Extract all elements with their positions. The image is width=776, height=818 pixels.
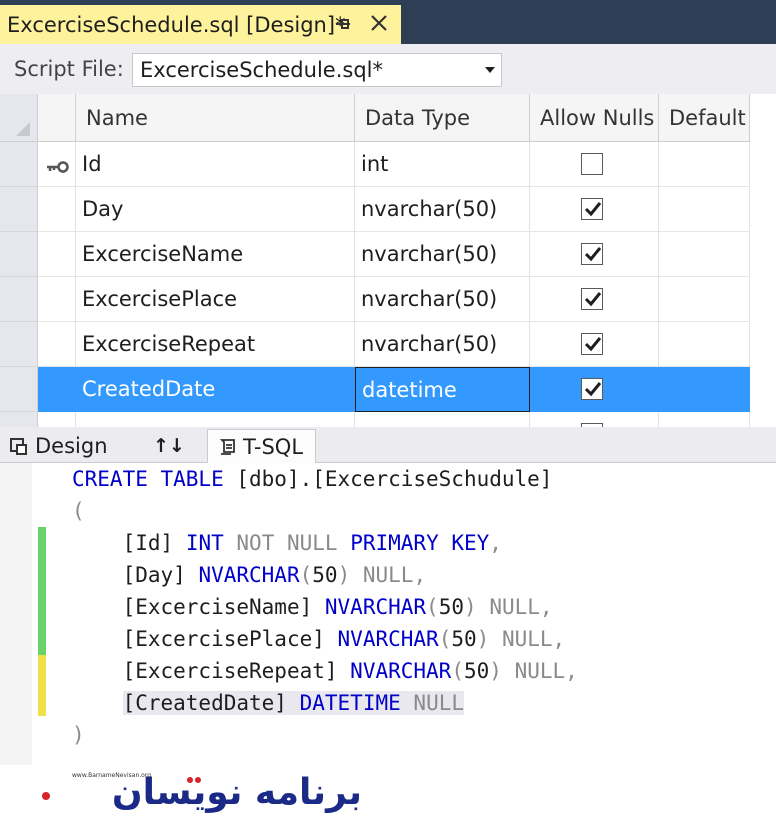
table-row[interactable]: Day nvarchar(50) bbox=[0, 187, 776, 232]
cell-name[interactable]: ExcercisePlace bbox=[76, 277, 355, 322]
table-row[interactable]: ExcerciseRepeat nvarchar(50) bbox=[0, 322, 776, 367]
cell-name[interactable]: Day bbox=[76, 187, 355, 232]
row-key-cell bbox=[38, 187, 76, 232]
close-icon[interactable] bbox=[369, 13, 389, 33]
chevron-down-icon[interactable] bbox=[485, 67, 495, 73]
script-file-dropdown[interactable]: ExcerciseSchedule.sql* bbox=[132, 53, 502, 87]
document-tab-strip: ExcerciseSchedule.sql [Design]* bbox=[0, 0, 776, 44]
column-design-grid: Name Data Type Allow Nulls Default Id int… bbox=[0, 94, 776, 427]
tab-tsql[interactable]: T-SQL bbox=[207, 429, 316, 463]
pane-tab-bar: Design ↑↓ T-SQL bbox=[0, 427, 776, 463]
cell-allow-nulls bbox=[530, 277, 659, 322]
cell-allow-nulls bbox=[530, 187, 659, 232]
swap-panes-icon: ↑↓ bbox=[153, 435, 185, 457]
row-key-cell bbox=[38, 232, 76, 277]
cell-data-type[interactable]: nvarchar(50) bbox=[355, 187, 530, 232]
row-selector[interactable] bbox=[0, 322, 38, 367]
script-icon bbox=[219, 439, 235, 455]
code-line-3: [Id] INT NOT NULL PRIMARY KEY, bbox=[122, 531, 502, 555]
cell-name[interactable]: ExcerciseName bbox=[76, 232, 355, 277]
cell-default[interactable] bbox=[659, 142, 750, 187]
change-marker-saved bbox=[38, 527, 46, 655]
cell-name[interactable]: Id bbox=[76, 142, 355, 187]
row-selector[interactable] bbox=[0, 367, 38, 412]
column-header-name[interactable]: Name bbox=[76, 94, 355, 142]
script-file-label: Script File: bbox=[14, 57, 124, 81]
tab-tsql-label: T-SQL bbox=[243, 435, 304, 459]
allow-nulls-checkbox[interactable] bbox=[581, 153, 603, 175]
barnamenevisan-logo: برنامه نویسان bbox=[42, 772, 362, 813]
code-line-2: ( bbox=[72, 499, 85, 523]
allow-nulls-checkbox[interactable] bbox=[581, 333, 603, 355]
select-all-icon bbox=[16, 122, 30, 136]
row-selector[interactable] bbox=[0, 142, 38, 187]
row-key-cell bbox=[38, 412, 76, 427]
allow-nulls-checkbox[interactable] bbox=[581, 243, 603, 265]
cell-allow-nulls bbox=[530, 232, 659, 277]
allow-nulls-checkbox[interactable] bbox=[581, 198, 603, 220]
code-line-6: [ExcercisePlace] NVARCHAR(50) NULL, bbox=[122, 627, 566, 651]
document-tab-title: ExcerciseSchedule.sql [Design]* bbox=[7, 12, 346, 37]
table-row[interactable]: ExcercisePlace nvarchar(50) bbox=[0, 277, 776, 322]
table-row[interactable]: CreatedDate datetime bbox=[0, 367, 776, 412]
allow-nulls-checkbox[interactable] bbox=[581, 288, 603, 310]
table-row-new[interactable] bbox=[0, 412, 776, 427]
cell-allow-nulls bbox=[530, 322, 659, 367]
script-file-value: ExcerciseSchedule.sql* bbox=[140, 58, 383, 82]
code-line-5: [ExcerciseName] NVARCHAR(50) NULL, bbox=[122, 595, 553, 619]
row-selector[interactable] bbox=[0, 412, 38, 427]
cell-allow-nulls bbox=[530, 412, 659, 427]
cell-default[interactable] bbox=[659, 322, 750, 367]
cell-default[interactable] bbox=[659, 232, 750, 277]
cell-data-type[interactable]: int bbox=[355, 142, 530, 187]
tab-design-label: Design bbox=[35, 434, 108, 458]
logo-tagline: www.BarnameNevisan.org bbox=[72, 772, 151, 779]
table-row[interactable]: ExcerciseName nvarchar(50) bbox=[0, 232, 776, 277]
code-line-8: [CreatedDate] DATETIME NULL bbox=[72, 687, 464, 719]
allow-nulls-checkbox[interactable] bbox=[581, 378, 603, 400]
editor-margin bbox=[0, 463, 32, 765]
table-row[interactable]: Id int bbox=[0, 142, 776, 187]
cell-data-type[interactable]: datetime bbox=[355, 367, 530, 412]
row-selector[interactable] bbox=[0, 187, 38, 232]
key-column-header bbox=[38, 94, 76, 142]
code-line-7: [ExcerciseRepeat] NVARCHAR(50) NULL, bbox=[122, 659, 578, 683]
cell-data-type[interactable]: nvarchar(50) bbox=[355, 322, 530, 367]
code-line-9: ) bbox=[72, 723, 85, 747]
cell-name[interactable]: CreatedDate bbox=[76, 367, 355, 412]
cell-data-type[interactable] bbox=[355, 412, 530, 427]
cell-default[interactable] bbox=[659, 187, 750, 232]
column-header-data-type[interactable]: Data Type bbox=[355, 94, 530, 142]
code-line-4: [Day] NVARCHAR(50) NULL, bbox=[122, 563, 427, 587]
cell-name[interactable]: ExcerciseRepeat bbox=[76, 322, 355, 367]
cell-allow-nulls bbox=[530, 142, 659, 187]
cell-name[interactable] bbox=[76, 412, 355, 427]
document-tab[interactable]: ExcerciseSchedule.sql [Design]* bbox=[0, 5, 401, 44]
design-icon bbox=[10, 438, 27, 455]
swap-panes-button[interactable]: ↑↓ bbox=[153, 429, 185, 463]
column-header-default[interactable]: Default bbox=[659, 94, 750, 142]
primary-key-icon bbox=[45, 158, 69, 177]
row-selector[interactable] bbox=[0, 232, 38, 277]
row-key-cell bbox=[38, 322, 76, 367]
column-header-allow-nulls[interactable]: Allow Nulls bbox=[530, 94, 659, 142]
tab-tsql-inner: T-SQL bbox=[218, 430, 303, 464]
grid-corner[interactable] bbox=[0, 94, 38, 142]
row-key-cell bbox=[38, 277, 76, 322]
tab-design[interactable]: Design bbox=[9, 429, 108, 463]
tsql-editor[interactable]: CREATE TABLE [dbo].[ExcerciseSchudule] (… bbox=[0, 463, 776, 765]
cell-data-type[interactable]: nvarchar(50) bbox=[355, 277, 530, 322]
code-line-1: CREATE TABLE [dbo].[ExcerciseSchudule] bbox=[72, 467, 553, 491]
cell-default[interactable] bbox=[659, 412, 750, 427]
cell-default[interactable] bbox=[659, 367, 750, 412]
row-key-cell bbox=[38, 367, 76, 412]
cell-default[interactable] bbox=[659, 277, 750, 322]
cell-data-type[interactable]: nvarchar(50) bbox=[355, 232, 530, 277]
row-selector[interactable] bbox=[0, 277, 38, 322]
change-marker-unsaved bbox=[38, 655, 46, 716]
current-line-highlight: [CreatedDate] DATETIME NULL bbox=[122, 691, 464, 715]
pin-icon[interactable] bbox=[334, 14, 352, 34]
cell-allow-nulls bbox=[530, 367, 659, 412]
row-key-cell bbox=[38, 142, 76, 187]
